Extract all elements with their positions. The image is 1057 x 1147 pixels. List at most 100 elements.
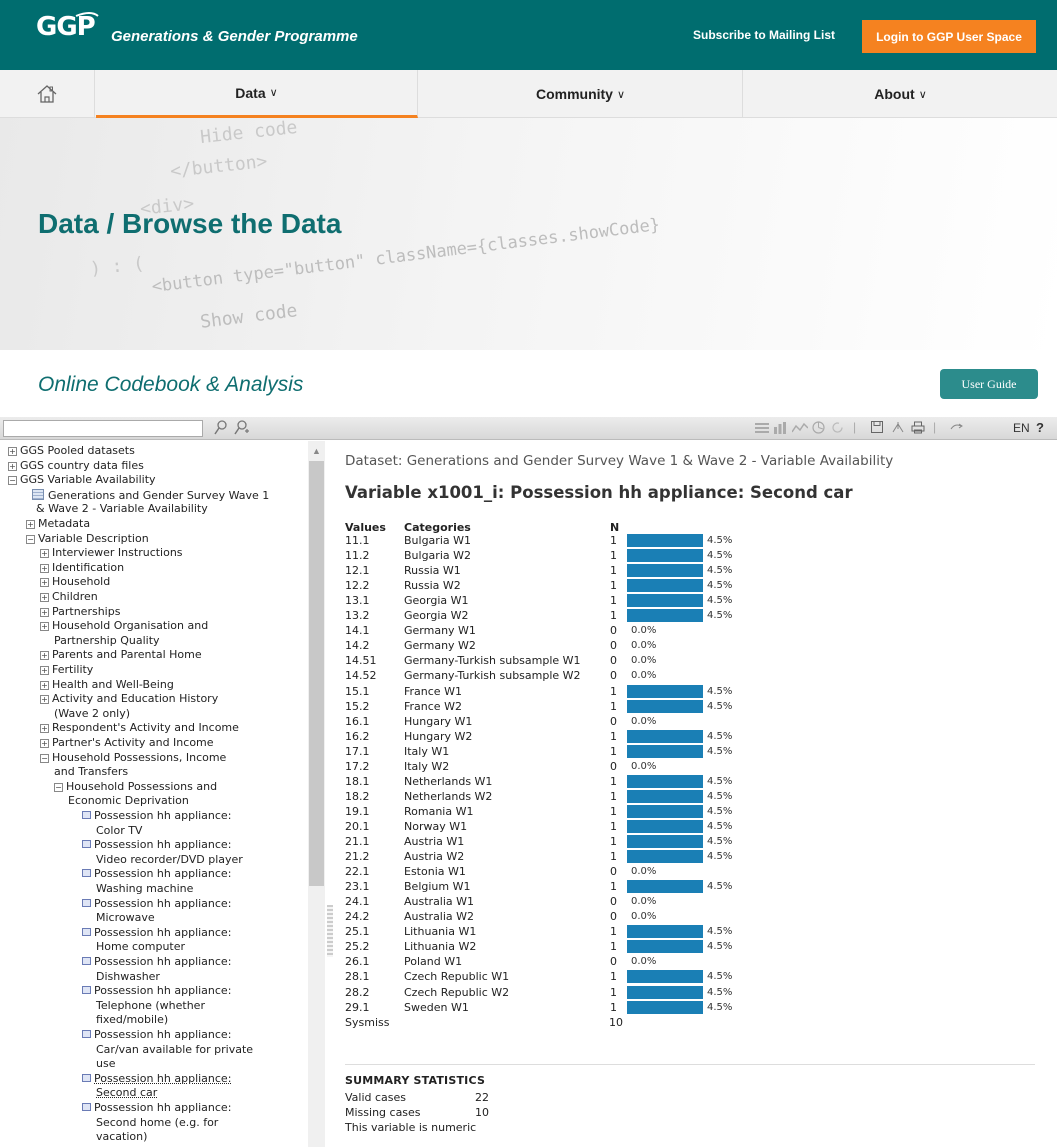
- row-category: Italy W2: [404, 759, 450, 773]
- tree-item-continuation[interactable]: fixed/mobile): [96, 1014, 168, 1026]
- tree-folder-item[interactable]: − Variable Description: [26, 532, 149, 545]
- nav-data[interactable]: Data ∨: [96, 70, 418, 118]
- tree-item-continuation[interactable]: Dishwasher: [96, 970, 160, 983]
- export-icon[interactable]: [891, 421, 905, 434]
- tree-folder-item[interactable]: + Partner's Activity and Income: [40, 737, 214, 749]
- language-selector[interactable]: EN: [1013, 421, 1030, 435]
- subscribe-link[interactable]: Subscribe to Mailing List: [693, 28, 835, 42]
- brand-name[interactable]: Generations & Gender Programme: [111, 28, 358, 45]
- expand-icon[interactable]: +: [26, 520, 35, 529]
- row-value: 22.1: [345, 865, 370, 879]
- tree-item-continuation[interactable]: Microwave: [96, 912, 155, 924]
- nav-home[interactable]: [0, 70, 95, 118]
- tree-item-continuation[interactable]: Car/van available for private: [96, 1043, 253, 1056]
- tree-folder-item[interactable]: + Household: [40, 576, 110, 588]
- pane-splitter-handle[interactable]: [327, 905, 333, 957]
- tree-item-continuation[interactable]: Second car: [96, 1087, 157, 1099]
- tree-variable-item[interactable]: Possession hh appliance:: [82, 1029, 231, 1041]
- tree-folder-item[interactable]: + Respondent's Activity and Income: [40, 722, 239, 734]
- collapse-icon[interactable]: −: [26, 534, 35, 544]
- expand-icon[interactable]: +: [40, 739, 49, 748]
- tree-item-continuation[interactable]: Home computer: [96, 941, 185, 953]
- advanced-search-icon[interactable]: [234, 420, 250, 436]
- tree-variable-item[interactable]: Possession hh appliance:: [82, 956, 231, 968]
- tree-folder-item[interactable]: + Partnerships: [40, 605, 120, 618]
- expand-icon[interactable]: +: [40, 563, 49, 573]
- row-value: 18.2: [345, 789, 370, 803]
- tree-folder-item[interactable]: + Household Organisation and: [40, 620, 208, 632]
- tree-item-continuation[interactable]: and Transfers: [54, 766, 128, 778]
- tree-item-continuation[interactable]: Economic Deprivation: [68, 795, 189, 807]
- tree-variable-item[interactable]: Possession hh appliance:: [82, 810, 231, 822]
- tree-variable-item[interactable]: Possession hh appliance:: [82, 926, 231, 939]
- tree-folder-item[interactable]: + Parents and Parental Home: [40, 649, 202, 661]
- user-guide-button[interactable]: User Guide: [940, 369, 1038, 399]
- expand-icon[interactable]: +: [40, 607, 49, 617]
- tree-item-continuation[interactable]: Video recorder/DVD player: [96, 853, 243, 866]
- tree-folder-item[interactable]: + Health and Well-Being: [40, 678, 174, 691]
- save-icon[interactable]: [871, 421, 883, 433]
- tree-variable-item[interactable]: Possession hh appliance:: [82, 1072, 231, 1085]
- expand-icon[interactable]: +: [40, 695, 49, 705]
- tree-folder-item[interactable]: − Household Possessions and: [54, 780, 217, 793]
- tree-folder-item[interactable]: − GGS Variable Availability: [8, 474, 156, 486]
- tree-item-continuation[interactable]: vacation): [96, 1131, 147, 1143]
- tree-variable-item[interactable]: Possession hh appliance:: [82, 985, 231, 997]
- tree-variable-item[interactable]: Possession hh appliance:: [82, 839, 231, 851]
- tree-item-continuation[interactable]: & Wave 2 - Variable Availability: [36, 503, 208, 515]
- tree-scrollbar[interactable]: ▲: [308, 441, 325, 1147]
- tree-variable-item[interactable]: Possession hh appliance:: [82, 1102, 231, 1114]
- row-value: 29.1: [345, 1000, 370, 1014]
- expand-icon[interactable]: +: [40, 593, 49, 602]
- row-percent: 0.0%: [631, 655, 657, 667]
- expand-icon[interactable]: +: [8, 461, 17, 471]
- login-button[interactable]: Login to GGP User Space: [862, 20, 1036, 53]
- tree-folder-item[interactable]: + Fertility: [40, 664, 93, 676]
- tree-item-continuation[interactable]: Second home (e.g. for: [96, 1116, 218, 1129]
- help-button[interactable]: ?: [1036, 420, 1044, 435]
- collapse-icon[interactable]: −: [54, 782, 63, 792]
- tree-folder-item[interactable]: + Metadata: [26, 518, 90, 530]
- collapse-icon[interactable]: −: [8, 476, 17, 486]
- pie-chart-icon[interactable]: [812, 421, 825, 434]
- tree-folder-item[interactable]: Generations and Gender Survey Wave 1: [32, 488, 269, 502]
- tree-folder-item[interactable]: + GGS country data files: [8, 459, 144, 472]
- tree-folder-item[interactable]: − Household Possessions, Income: [40, 751, 226, 764]
- tree-item-continuation[interactable]: Partnership Quality: [54, 634, 160, 647]
- share-icon[interactable]: [950, 422, 966, 433]
- nav-about[interactable]: About ∨: [744, 70, 1057, 118]
- refresh-icon[interactable]: [831, 421, 844, 434]
- line-chart-icon[interactable]: [792, 422, 808, 434]
- tree-item-continuation[interactable]: Telephone (whether: [96, 999, 205, 1012]
- expand-icon[interactable]: +: [40, 651, 49, 661]
- scroll-up-icon[interactable]: ▲: [312, 446, 321, 456]
- tree-folder-item[interactable]: + Activity and Education History: [40, 693, 218, 705]
- tree-item-continuation[interactable]: (Wave 2 only): [54, 707, 130, 720]
- expand-icon[interactable]: +: [8, 447, 17, 456]
- table-view-icon[interactable]: [755, 422, 769, 434]
- tree-folder-item[interactable]: + Children: [40, 591, 98, 603]
- variable-chart-icon: [82, 986, 91, 995]
- tree-folder-item[interactable]: + Identification: [40, 561, 124, 574]
- tree-item-continuation[interactable]: Color TV: [96, 824, 142, 837]
- tree-folder-item[interactable]: + Interviewer Instructions: [40, 547, 183, 559]
- expand-icon[interactable]: +: [40, 549, 49, 559]
- bar-chart-icon[interactable]: [773, 422, 787, 434]
- search-input[interactable]: [3, 420, 203, 437]
- ggp-logo[interactable]: GGP: [36, 12, 96, 42]
- expand-icon[interactable]: +: [40, 666, 49, 675]
- print-icon[interactable]: [911, 421, 925, 434]
- nav-community[interactable]: Community ∨: [419, 70, 743, 118]
- tree-item-continuation[interactable]: use: [96, 1058, 115, 1070]
- tree-variable-item[interactable]: Possession hh appliance:: [82, 897, 231, 910]
- search-icon[interactable]: [214, 420, 228, 436]
- expand-icon[interactable]: +: [40, 680, 49, 690]
- collapse-icon[interactable]: −: [40, 753, 49, 763]
- expand-icon[interactable]: +: [40, 622, 49, 632]
- tree-variable-item[interactable]: Possession hh appliance:: [82, 868, 231, 880]
- expand-icon[interactable]: +: [40, 578, 49, 588]
- tree-folder-item[interactable]: + GGS Pooled datasets: [8, 445, 135, 457]
- tree-item-continuation[interactable]: Washing machine: [96, 883, 193, 895]
- scroll-thumb[interactable]: [309, 461, 324, 886]
- expand-icon[interactable]: +: [40, 724, 49, 734]
